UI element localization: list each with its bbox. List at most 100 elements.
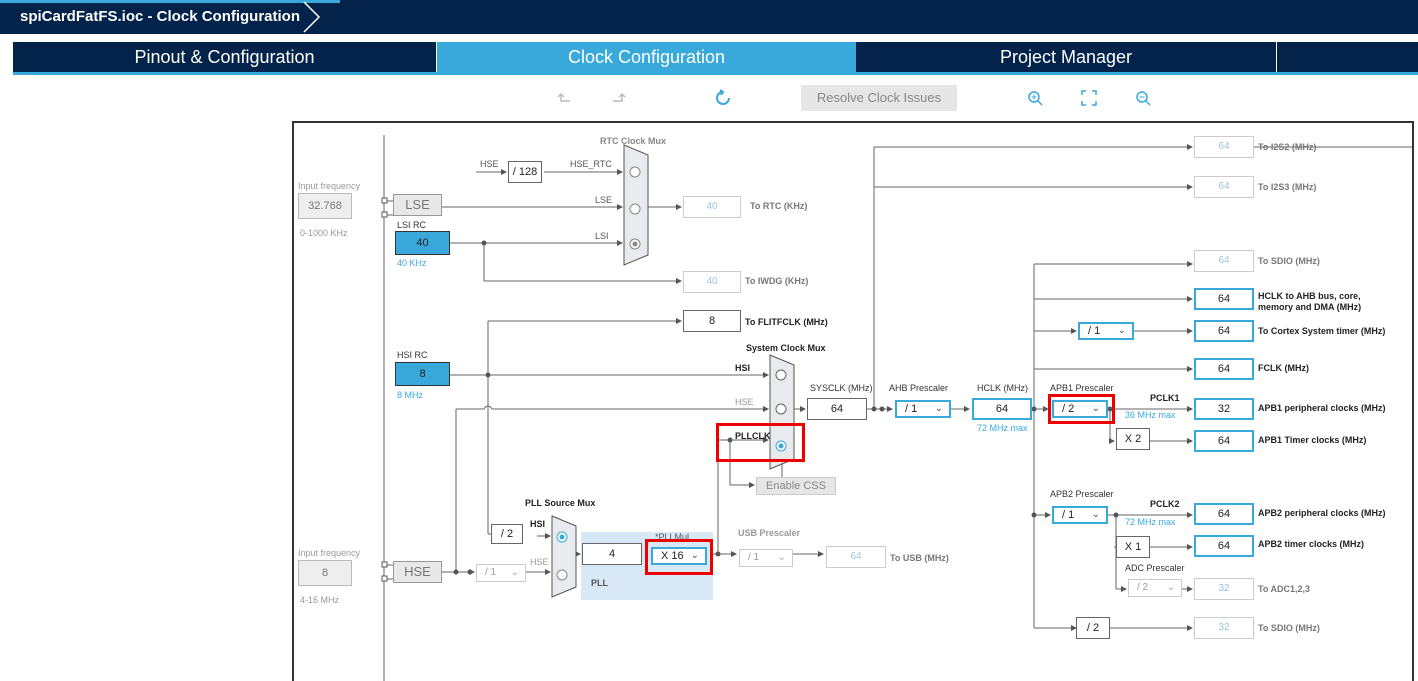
pll-input-value: 4 <box>582 543 642 565</box>
apb2-max: 72 MHz max <box>1125 517 1176 527</box>
pll-source-mux <box>551 515 577 598</box>
pllclk-highlight <box>716 423 805 462</box>
hse-input-label: Input frequency <box>298 548 361 558</box>
pclk2-label: PCLK2 <box>1150 499 1180 509</box>
hclk-value[interactable]: 64 <box>972 398 1032 420</box>
undo-icon[interactable] <box>555 88 575 108</box>
apb1-peripheral-output-label: APB1 peripheral clocks (MHz) <box>1258 403 1386 413</box>
chevron-down-icon: ⌄ <box>934 403 943 414</box>
pll-mul-highlight <box>645 539 713 575</box>
lse-frequency-input[interactable]: 32.768 <box>298 193 352 219</box>
fit-to-screen-icon[interactable] <box>1079 88 1099 108</box>
adc-output-value: 32 <box>1194 578 1254 600</box>
zoom-out-icon[interactable] <box>1133 88 1153 108</box>
cortex-timer-output-value: 64 <box>1194 320 1254 342</box>
tab-project-manager[interactable]: Project Manager <box>856 42 1276 72</box>
lse-input-label: Input frequency <box>298 181 361 191</box>
rtc-output-label: To RTC (KHz) <box>750 201 808 211</box>
apb2-timer-output-value: 64 <box>1194 535 1254 557</box>
i2s3-output-label: To I2S3 (MHz) <box>1258 182 1317 192</box>
usb-output-label: To USB (MHz) <box>890 553 949 563</box>
hse-div128-box: / 128 <box>508 161 542 183</box>
apb1-timer-output-label: APB1 Timer clocks (MHz) <box>1258 435 1367 445</box>
pll-label: PLL <box>591 578 608 588</box>
sysmux-hse-label: HSE <box>735 397 754 407</box>
chevron-down-icon: ⌄ <box>1117 325 1126 336</box>
fclk-output-value: 64 <box>1194 358 1254 380</box>
iwdg-output-label: To IWDG (KHz) <box>745 276 809 286</box>
cortex-timer-prescaler-select[interactable]: / 1 ⌄ <box>1078 322 1134 340</box>
sdio-output-value: 64 <box>1194 250 1254 272</box>
resolve-clock-issues-button[interactable]: Resolve Clock Issues <box>801 85 957 111</box>
lsi-frequency: 40 KHz <box>397 258 427 268</box>
title-bar: spiCardFatFS.ioc - Clock Configuration <box>0 0 1418 34</box>
i2s2-output-value: 64 <box>1194 136 1254 158</box>
sysclk-value: 64 <box>807 398 867 420</box>
usb-prescaler-title: USB Prescaler <box>738 528 801 538</box>
redo-icon[interactable] <box>608 88 628 108</box>
lse-range: 0-1000 KHz <box>300 228 348 238</box>
hse-prediv-value: / 1 <box>485 567 497 578</box>
zoom-in-icon[interactable] <box>1025 88 1045 108</box>
hsi-rc-source[interactable]: 8 <box>395 362 450 386</box>
sysmux-hsi-label: HSI <box>735 363 751 373</box>
rtc-lsi-label: LSI <box>595 231 609 241</box>
sdio-output-label: To SDIO (MHz) <box>1258 256 1320 266</box>
hclk-label: HCLK (MHz) <box>977 383 1028 393</box>
system-clock-mux <box>769 354 795 485</box>
chevron-down-icon: ⌄ <box>777 552 786 563</box>
lsi-rc-source[interactable]: 40 <box>395 231 450 255</box>
apb1-prescaler-highlight <box>1048 394 1115 424</box>
tab-separator <box>1276 42 1277 72</box>
adc-prescaler-select[interactable]: / 2 ⌄ <box>1128 579 1182 597</box>
pclk1-label: PCLK1 <box>1150 393 1180 403</box>
apb1-prescaler-label: APB1 Prescaler <box>1050 383 1114 393</box>
apb1-timer-output-value: 64 <box>1194 430 1254 452</box>
sysclk-label: SYSCLK (MHz) <box>810 383 873 393</box>
usb-prescaler-select[interactable]: / 1 ⌄ <box>739 549 793 567</box>
ahb-prescaler-label: AHB Prescaler <box>889 383 949 393</box>
clock-tree-canvas: Input frequency 32.768 0-1000 KHz Input … <box>292 121 1414 681</box>
lse-source[interactable]: LSE <box>393 194 442 216</box>
pll-src-hsi-label: HSI <box>530 519 546 529</box>
apb2-timer-output-label: APB2 timer clocks (MHz) <box>1258 539 1365 549</box>
pll-src-hse-label: HSE <box>530 557 549 567</box>
i2s3-output-value: 64 <box>1194 176 1254 198</box>
hse-rtc-label: HSE_RTC <box>570 159 612 169</box>
lsi-rc-label: LSI RC <box>397 220 427 230</box>
cortex-timer-output-label: To Cortex System timer (MHz) <box>1258 326 1386 336</box>
apb1-timer-x2: X 2 <box>1116 428 1150 450</box>
sdio-div2-box: / 2 <box>1076 617 1110 639</box>
enable-css-button[interactable]: Enable CSS <box>756 477 836 495</box>
i2s2-output-label: To I2S2 (MHz) <box>1258 142 1317 152</box>
adc-prescaler-label: ADC Prescaler <box>1125 563 1185 573</box>
ahb-prescaler-value: / 1 <box>905 403 918 415</box>
apb2-prescaler-select[interactable]: / 1 ⌄ <box>1052 506 1108 524</box>
tab-clock-configuration[interactable]: Clock Configuration <box>437 42 856 72</box>
hsi-frequency: 8 MHz <box>397 390 424 400</box>
fclk-output-label: FCLK (MHz) <box>1258 363 1309 373</box>
usb-prescaler-value: / 1 <box>748 552 760 563</box>
apb1-peripheral-output-value: 32 <box>1194 398 1254 420</box>
chevron-down-icon: ⌄ <box>510 567 519 578</box>
hse-frequency-input[interactable]: 8 <box>298 560 352 586</box>
tab-pinout[interactable]: Pinout & Configuration <box>13 42 436 72</box>
rtc-output-value: 40 <box>683 196 741 218</box>
breadcrumb[interactable]: spiCardFatFS.ioc - Clock Configuration <box>0 0 300 34</box>
hse-prediv-select[interactable]: / 1 ⌄ <box>476 564 526 582</box>
apb2-peripheral-output-value: 64 <box>1194 503 1254 525</box>
hclk-max: 72 MHz max <box>977 423 1028 433</box>
hsi-rc-label: HSI RC <box>397 350 428 360</box>
hse-source[interactable]: HSE <box>393 561 442 583</box>
usb-output-value: 64 <box>826 546 886 568</box>
apb2-peripheral-output-label: APB2 peripheral clocks (MHz) <box>1258 508 1386 518</box>
sdio2-output-value: 32 <box>1194 617 1254 639</box>
sdio2-output-label: To SDIO (MHz) <box>1258 623 1320 633</box>
iwdg-output-value: 40 <box>683 271 741 293</box>
cortex-timer-prescaler-value: / 1 <box>1088 325 1101 337</box>
ahb-prescaler-select[interactable]: / 1 ⌄ <box>895 400 951 418</box>
hsi-div2-box: / 2 <box>491 524 523 544</box>
apb1-max: 36 MHz max <box>1125 410 1176 420</box>
refresh-icon[interactable] <box>713 88 733 108</box>
hclk-ahb-output-label: HCLK to AHB bus, core, memory and DMA (M… <box>1258 291 1362 312</box>
